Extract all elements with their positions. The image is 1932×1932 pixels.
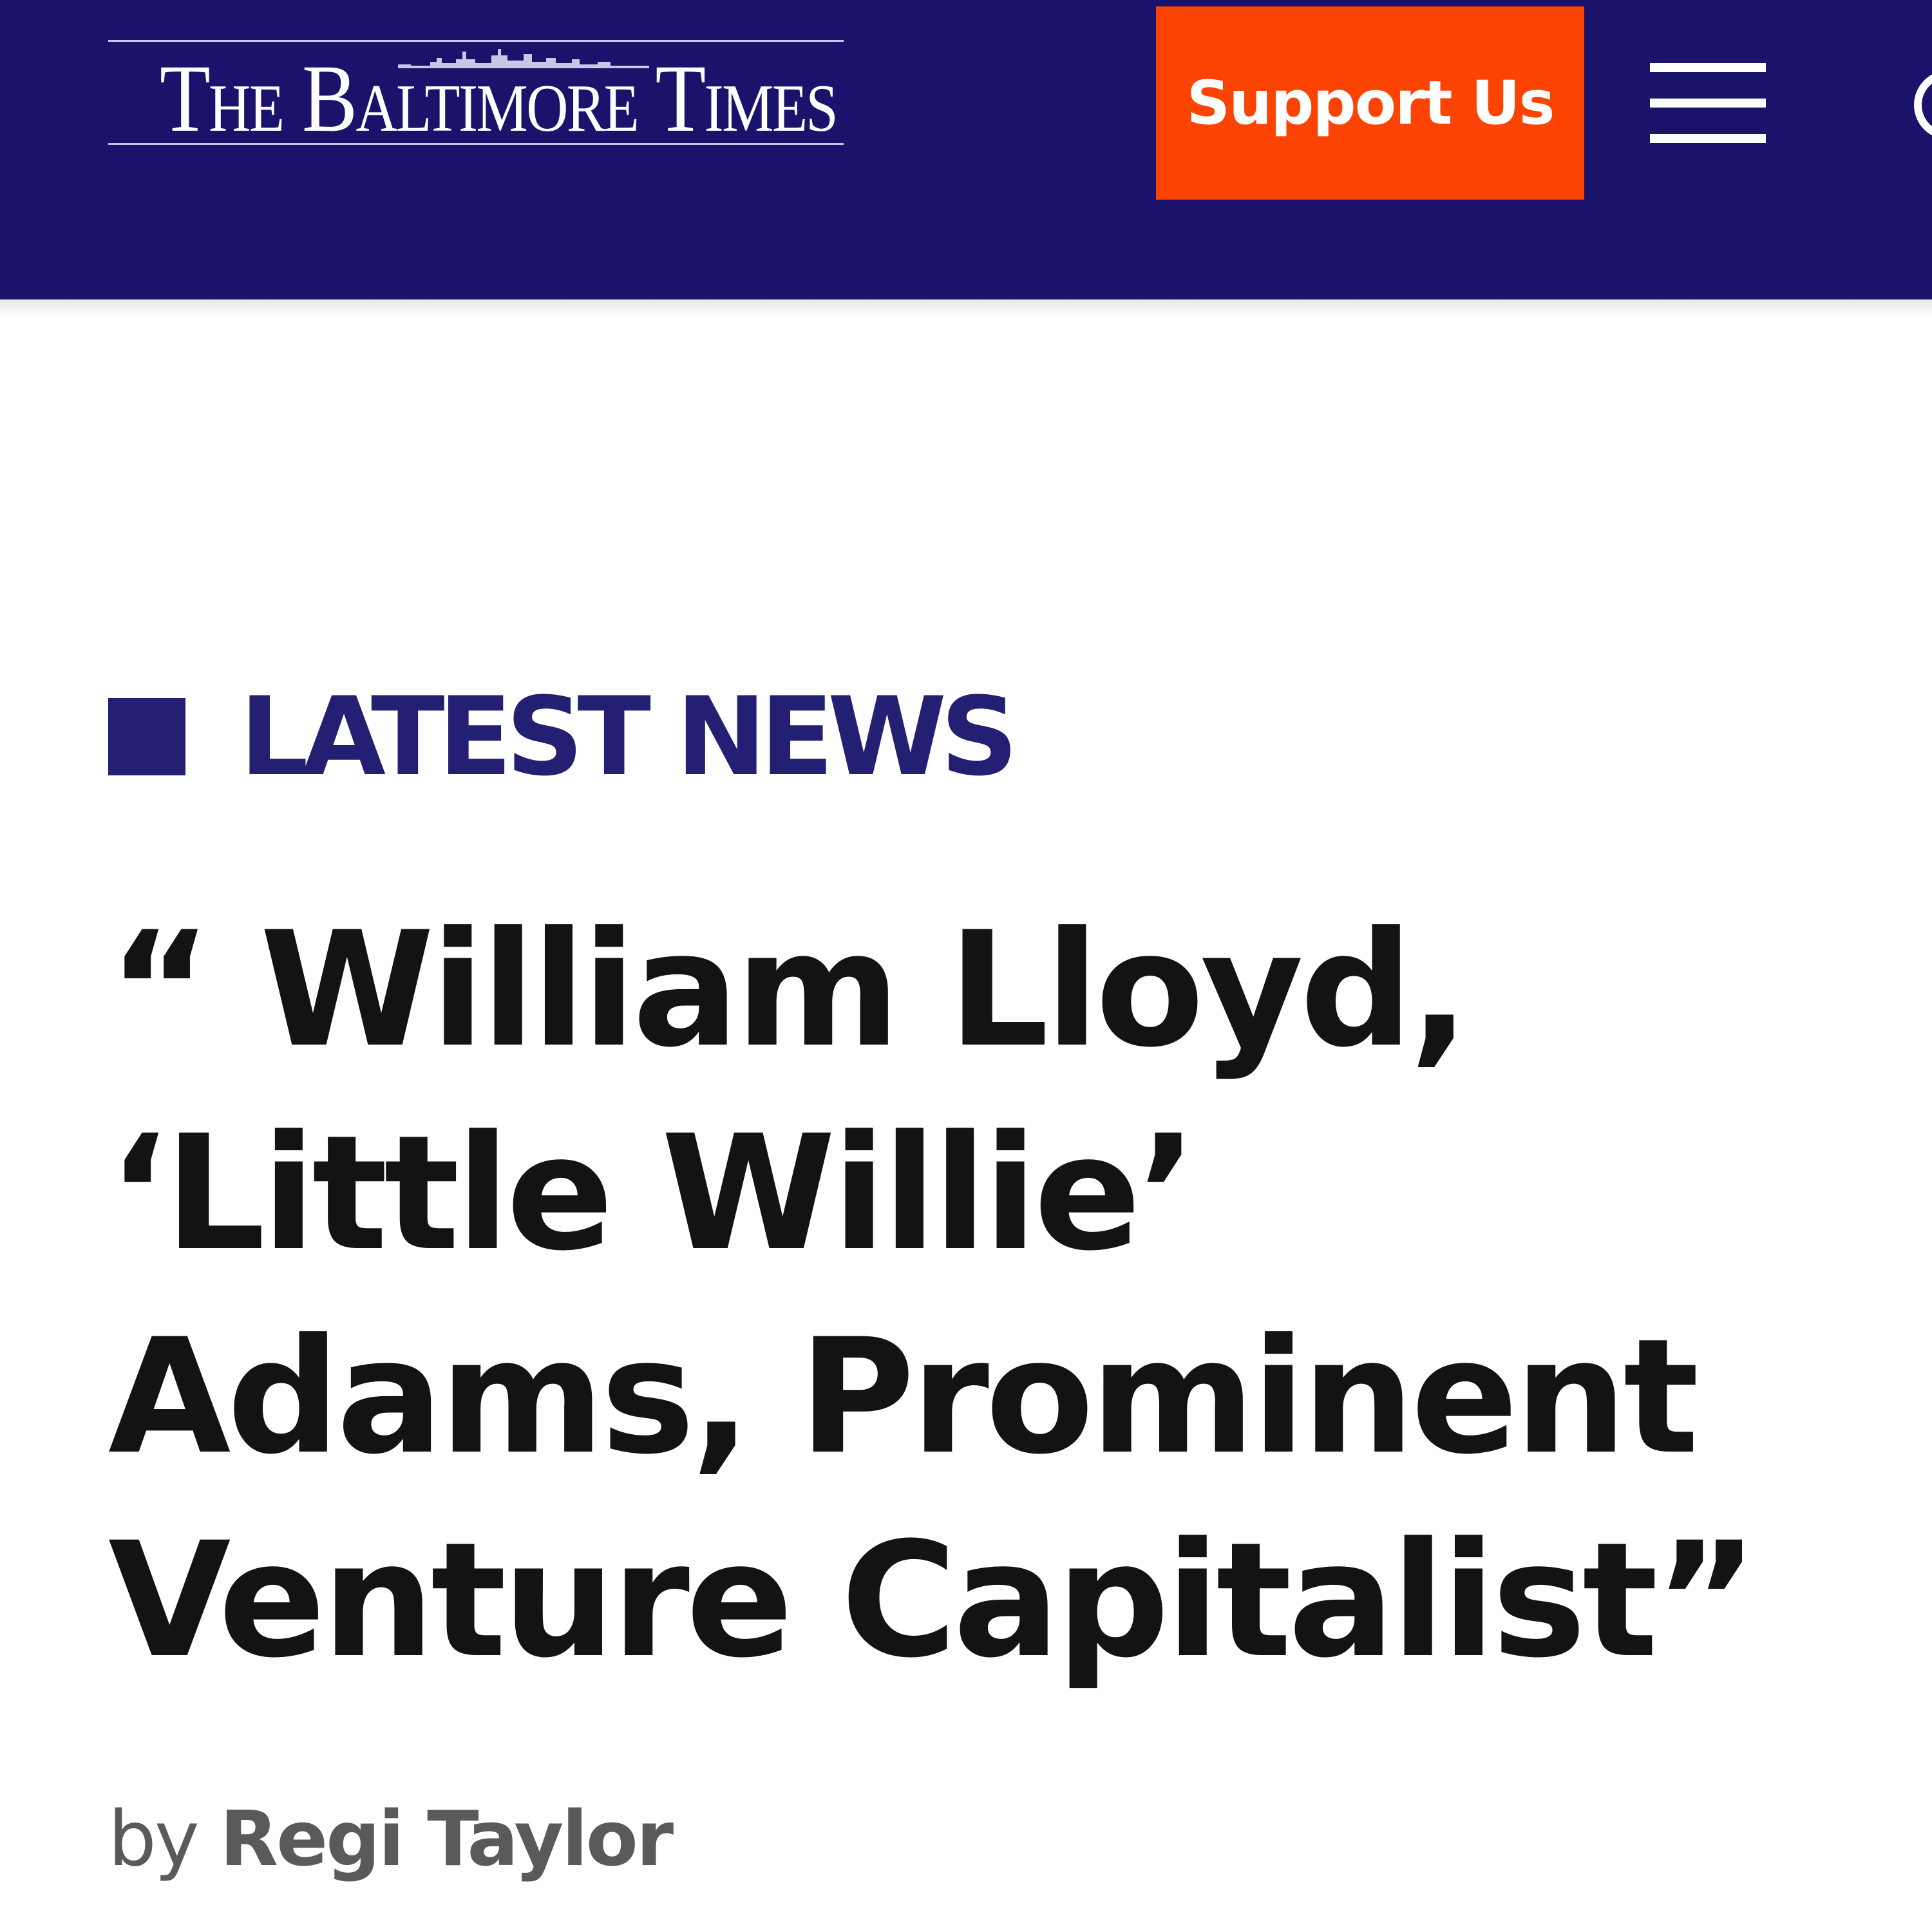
menu-bar [1650,134,1766,143]
byline-prefix: by [108,1794,200,1883]
support-us-button[interactable]: Support Us [1156,6,1584,200]
site-header: The Baltimore Times Support Us [0,0,1932,299]
menu-bar [1650,63,1766,72]
byline: by Regi Taylor [108,1790,674,1887]
search-icon[interactable] [1910,66,1932,144]
logo-wordmark: The Baltimore Times [159,45,838,152]
logo-bottom-rule [108,143,844,145]
article-headline: “ William Lloyd, ‘Little Willie’ Adams, … [108,898,1758,1693]
hamburger-menu-icon[interactable] [1650,63,1766,143]
site-logo[interactable]: The Baltimore Times [108,40,844,152]
author-link[interactable]: Regi Taylor [220,1794,674,1883]
category-marker-icon [108,698,185,775]
header-shadow [0,299,1932,317]
category-link[interactable]: LATEST NEWS [240,681,1018,792]
menu-bar [1650,99,1766,108]
logo-top-rule [108,40,844,42]
